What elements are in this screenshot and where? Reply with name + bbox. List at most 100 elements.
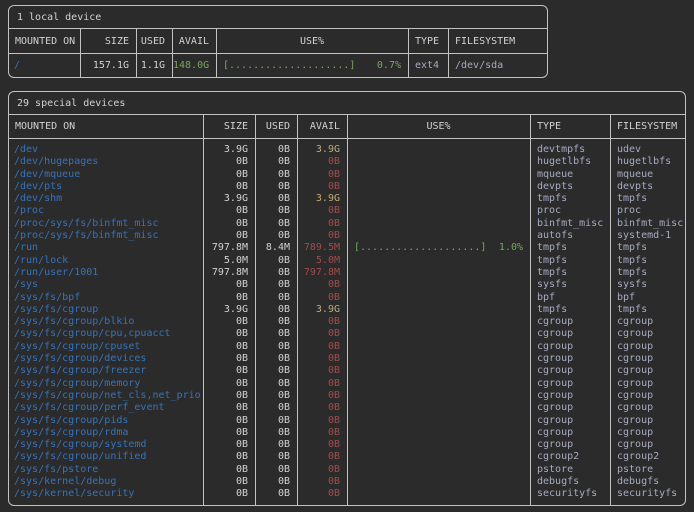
used-cell: 0B: [256, 378, 297, 390]
size-cell: 0B: [204, 415, 255, 427]
used-cell: 0B: [256, 230, 297, 242]
type-cell: cgroup: [531, 390, 610, 402]
fs-cell: udev: [611, 144, 685, 156]
column-header-used: USED: [255, 115, 297, 138]
avail-cell: 0B: [298, 156, 347, 168]
type-cell: autofs: [531, 230, 610, 242]
avail-cell: 0B: [298, 488, 347, 500]
mount-cell: /proc/sys/fs/binfmt_misc: [9, 230, 203, 242]
used-cell: 0B: [256, 451, 297, 463]
usage-cell: [348, 267, 530, 279]
column-used: 1.1G: [136, 54, 172, 77]
size-cell: 0B: [204, 205, 255, 217]
mount-cell: /sys/kernel/debug: [9, 476, 203, 488]
usage-cell: [348, 279, 530, 291]
used-cell: 0B: [256, 415, 297, 427]
usage-cell: [348, 193, 530, 205]
fs-cell: tmpfs: [611, 193, 685, 205]
usage-cell: [348, 304, 530, 316]
used-cell: 0B: [256, 304, 297, 316]
size-cell: 157.1G: [81, 58, 136, 73]
avail-cell: 3.9G: [298, 144, 347, 156]
usage-bar: [....................]: [354, 242, 486, 254]
used-cell: 0B: [256, 255, 297, 267]
size-cell: 0B: [204, 218, 255, 230]
column-size: 3.9G0B0B0B3.9G0B0B0B797.8M5.0M797.8M0B0B…: [203, 139, 255, 505]
avail-cell: 789.5M: [298, 242, 347, 254]
avail-cell: 0B: [298, 353, 347, 365]
usage-cell: [348, 402, 530, 414]
fs-cell: hugetlbfs: [611, 156, 685, 168]
mount-cell: /sys/fs/cgroup/cpuset: [9, 341, 203, 353]
column-fs: /dev/sda: [448, 54, 547, 77]
size-cell: 0B: [204, 279, 255, 291]
used-cell: 0B: [256, 328, 297, 340]
fs-cell: binfmt_misc: [611, 218, 685, 230]
fs-cell: cgroup: [611, 402, 685, 414]
mount-cell: /run: [9, 242, 203, 254]
column-header-size: SIZE: [80, 29, 136, 53]
avail-cell: 0B: [298, 476, 347, 488]
avail-cell: 148.0G: [173, 58, 216, 73]
mount-cell: /sys/fs/cgroup/rdma: [9, 427, 203, 439]
avail-cell: 0B: [298, 464, 347, 476]
usage-cell: [348, 156, 530, 168]
usage-cell: [348, 439, 530, 451]
size-cell: 0B: [204, 292, 255, 304]
avail-cell: 0B: [298, 328, 347, 340]
avail-cell: 0B: [298, 402, 347, 414]
fs-cell: debugfs: [611, 476, 685, 488]
used-cell: 0B: [256, 476, 297, 488]
size-cell: 0B: [204, 488, 255, 500]
type-cell: cgroup: [531, 341, 610, 353]
special-devices-table: 29 special devices MOUNTED ONSIZEUSEDAVA…: [8, 91, 686, 506]
usage-percent: 1.0%: [499, 242, 523, 254]
fs-cell: devpts: [611, 181, 685, 193]
fs-cell: tmpfs: [611, 242, 685, 254]
avail-cell: 0B: [298, 181, 347, 193]
fs-cell: cgroup: [611, 390, 685, 402]
size-cell: 0B: [204, 316, 255, 328]
size-cell: 0B: [204, 169, 255, 181]
type-cell: pstore: [531, 464, 610, 476]
usage-cell: [348, 292, 530, 304]
type-cell: cgroup: [531, 316, 610, 328]
usage-bar: [....................]: [223, 58, 355, 73]
fs-cell: cgroup: [611, 365, 685, 377]
avail-cell: 0B: [298, 378, 347, 390]
size-cell: 797.8M: [204, 242, 255, 254]
size-cell: 0B: [204, 341, 255, 353]
type-cell: devtmpfs: [531, 144, 610, 156]
type-cell: tmpfs: [531, 193, 610, 205]
type-cell: devpts: [531, 181, 610, 193]
usage-cell: [348, 415, 530, 427]
usage-cell: [348, 390, 530, 402]
column-mount: /dev/dev/hugepages/dev/mqueue/dev/pts/de…: [9, 139, 203, 505]
special-devices-table-title: 29 special devices: [9, 92, 685, 115]
type-cell: cgroup: [531, 402, 610, 414]
column-type: devtmpfshugetlbfsmqueuedevptstmpfsprocbi…: [530, 139, 610, 505]
type-cell: debugfs: [531, 476, 610, 488]
column-use: [....................] 1.0%: [347, 139, 530, 505]
mount-cell: /sys/fs/cgroup/unified: [9, 451, 203, 463]
column-avail: 148.0G: [172, 54, 216, 77]
usage-cell: [348, 488, 530, 500]
mount-cell: /dev: [9, 144, 203, 156]
used-cell: 0B: [256, 427, 297, 439]
mount-cell: /sys/fs/pstore: [9, 464, 203, 476]
column-header-used: USED: [136, 29, 172, 53]
used-cell: 0B: [256, 439, 297, 451]
mount-cell: /sys/fs/bpf: [9, 292, 203, 304]
fs-cell: cgroup: [611, 415, 685, 427]
column-header-use-: USE%: [347, 115, 530, 138]
avail-cell: 0B: [298, 279, 347, 291]
type-cell: proc: [531, 205, 610, 217]
size-cell: 3.9G: [204, 193, 255, 205]
type-cell: bpf: [531, 292, 610, 304]
fs-cell: cgroup: [611, 427, 685, 439]
usage-cell: [348, 181, 530, 193]
mount-cell: /sys/fs/cgroup/cpu,cpuacct: [9, 328, 203, 340]
avail-cell: 0B: [298, 169, 347, 181]
fs-cell: systemd-1: [611, 230, 685, 242]
column-type: ext4: [408, 54, 448, 77]
